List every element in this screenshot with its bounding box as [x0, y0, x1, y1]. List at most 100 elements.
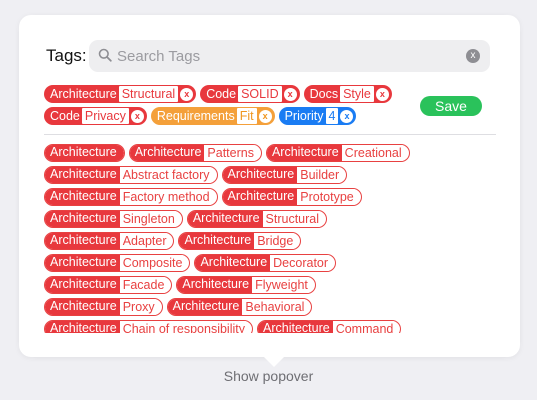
tags-label: Tags:: [46, 46, 87, 65]
selected-tag-chip[interactable]: Architecture Structural x: [44, 85, 197, 103]
tag-key: Code: [206, 87, 237, 101]
selected-tags-row: Architecture Structural x Code SOLID x Docs Sty…: [44, 85, 424, 103]
tag-value: Decorator: [270, 255, 332, 271]
available-tag-chip[interactable]: Architecture Structural: [186, 210, 328, 228]
tag-value: Privacy: [81, 108, 129, 124]
tag-value: Patterns: [204, 145, 257, 161]
tag-key: Architecture: [258, 321, 333, 333]
selected-tag-chip[interactable]: Priority 4 x: [278, 107, 357, 125]
tag-value: Style: [340, 86, 374, 102]
available-tag-chip[interactable]: Architecture Patterns: [128, 144, 262, 162]
search-input[interactable]: [117, 40, 457, 72]
tag-key: Priority: [284, 109, 324, 123]
tag-key: Architecture: [195, 255, 271, 271]
tag-key: Requirements: [156, 109, 235, 123]
tag-value: Adapter: [119, 233, 170, 249]
tag-key: Architecture: [45, 277, 120, 293]
tag-value: Builder: [297, 167, 343, 183]
popover-arrow: [263, 356, 285, 367]
available-tags-row: Architecture Composite Architecture Decorat…: [44, 254, 496, 272]
available-tags-row: Architecture Adapter Architecture Bridge: [44, 232, 496, 250]
available-tag-chip[interactable]: Architecture Command: [257, 320, 402, 333]
tag-key: Architecture: [44, 145, 124, 161]
tag-key: Architecture: [179, 233, 255, 249]
tag-value: Behavioral: [242, 299, 308, 315]
tag-value: Bridge: [254, 233, 297, 249]
remove-tag-icon[interactable]: x: [375, 87, 389, 101]
tag-key: Architecture: [50, 87, 117, 101]
tag-key: Architecture: [187, 211, 263, 227]
available-tag-chip[interactable]: Architecture Decorator: [194, 254, 337, 272]
tag-key: Code: [50, 109, 80, 123]
available-tag-chip[interactable]: Architecture Flyweight: [176, 276, 316, 294]
tag-key: Architecture: [222, 189, 298, 205]
tags-popover: Tags: x ArchitectureStructuralxCodeSOLID…: [19, 15, 520, 357]
tag-value: 4: [325, 108, 339, 124]
divider: [44, 134, 496, 135]
save-button[interactable]: Save: [420, 96, 482, 116]
available-tag-chip[interactable]: Architecture Chain of responsibility: [44, 320, 253, 333]
tag-key: Architecture: [44, 299, 120, 315]
selected-tag-chip[interactable]: Code SOLID x: [200, 85, 300, 103]
available-tag-chip[interactable]: Architecture Composite: [44, 254, 191, 272]
tag-value: Fit: [236, 108, 257, 124]
available-tags-row: Architecture Abstract factory Architecture…: [44, 166, 496, 184]
selected-tags: Architecture Structural x Code SOLID x Docs Sty…: [44, 85, 424, 129]
available-tags-row: Architecture Facade Architecture Flyweight: [44, 276, 496, 294]
available-tags-row: Architecture Singleton Architecture Structu…: [44, 210, 496, 228]
available-tag-chip[interactable]: Architecture Proxy: [44, 298, 163, 316]
tag-value: SOLID: [238, 86, 282, 102]
available-tag-chip[interactable]: Architecture Factory method: [44, 188, 218, 206]
tag-key: Architecture: [222, 167, 298, 183]
tag-value: Flyweight: [252, 277, 311, 293]
available-tags-row: Architecture Factory method Architecture Pr…: [44, 188, 496, 206]
available-tag-chip[interactable]: Architecture Builder: [221, 166, 348, 184]
selected-tag-chip[interactable]: Code Privacy x: [44, 107, 147, 125]
tag-key: Architecture: [44, 189, 120, 205]
available-tag-chip[interactable]: Architecture Adapter: [44, 232, 175, 250]
available-tags-row: Architecture Proxy Architecture Behavioral: [44, 298, 496, 316]
tag-value: Factory method: [119, 189, 213, 205]
available-tag-chip[interactable]: Architecture Behavioral: [166, 298, 313, 316]
remove-tag-icon[interactable]: x: [283, 87, 297, 101]
search-icon: [98, 48, 112, 67]
available-tags-row: Architecture Chain of responsibility Archi…: [44, 320, 496, 333]
tag-key: Architecture: [45, 233, 120, 249]
remove-tag-icon[interactable]: x: [258, 109, 272, 123]
tag-value: Facade: [119, 277, 168, 293]
remove-tag-icon[interactable]: x: [340, 109, 354, 123]
tag-key: Architecture: [266, 145, 342, 161]
tag-value: Command: [332, 321, 397, 333]
remove-tag-icon[interactable]: x: [130, 109, 144, 123]
tag-key: Architecture: [44, 167, 120, 183]
selected-tags-row: Code Privacy x Requirements Fit x Priority 4 x: [44, 107, 424, 125]
tag-key: Architecture: [45, 321, 120, 333]
tag-value: Singleton: [119, 211, 178, 227]
tag-key: Architecture: [45, 255, 120, 271]
search-field[interactable]: x: [89, 40, 490, 72]
available-tag-chip[interactable]: Architecture Facade: [44, 276, 173, 294]
available-tags-list[interactable]: Architecture Architecture Patterns Architec…: [44, 144, 496, 333]
tag-key: Docs: [309, 87, 339, 101]
available-tag-chip[interactable]: Architecture Creational: [265, 144, 410, 162]
tag-key: Architecture: [129, 145, 205, 161]
selected-tag-chip[interactable]: Docs Style x: [303, 85, 392, 103]
available-tag-chip[interactable]: Architecture Prototype: [221, 188, 362, 206]
available-tag-chip[interactable]: Architecture: [44, 144, 125, 162]
tag-value: Structural: [262, 211, 323, 227]
tag-value: Prototype: [297, 189, 357, 205]
clear-search-icon[interactable]: x: [466, 49, 480, 63]
available-tag-chip[interactable]: Architecture Bridge: [178, 232, 302, 250]
tag-value: Structural: [118, 86, 179, 102]
tag-value: Proxy: [119, 299, 158, 315]
tag-key: Architecture: [177, 277, 253, 293]
available-tag-chip[interactable]: Architecture Singleton: [44, 210, 183, 228]
tag-value: Chain of responsibility: [119, 321, 248, 333]
show-popover-label[interactable]: Show popover: [0, 368, 537, 384]
selected-tag-chip[interactable]: Requirements Fit x: [150, 107, 275, 125]
tag-value: Composite: [119, 255, 186, 271]
remove-tag-icon[interactable]: x: [180, 87, 194, 101]
available-tag-chip[interactable]: Architecture Abstract factory: [44, 166, 218, 184]
tag-value: Creational: [341, 145, 405, 161]
tag-value: Abstract factory: [119, 167, 213, 183]
